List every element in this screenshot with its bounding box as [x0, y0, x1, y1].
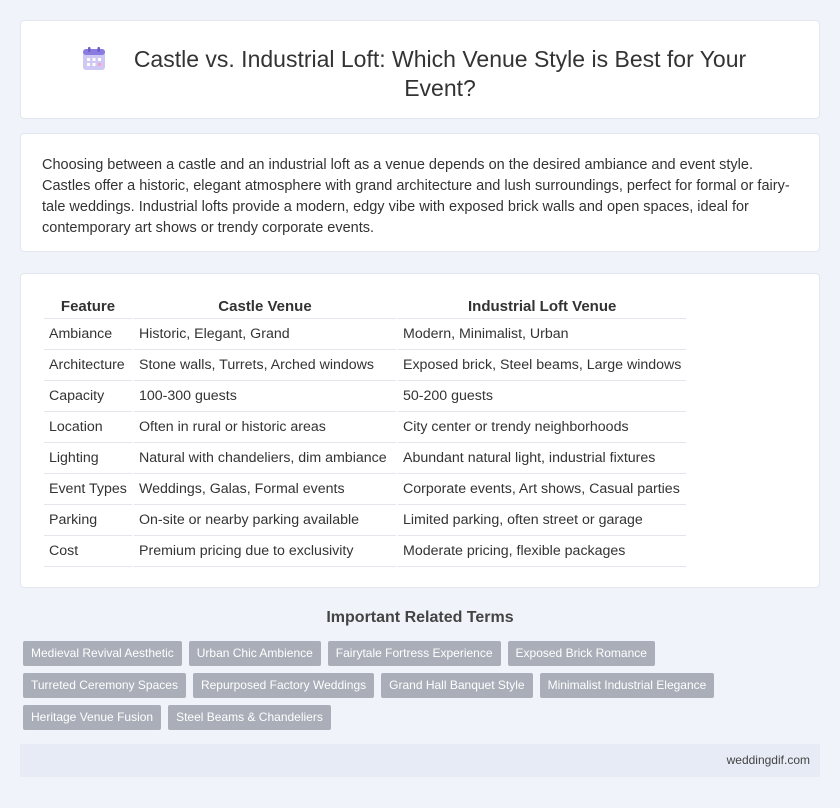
loft-cell: Exposed brick, Steel beams, Large window…	[398, 350, 687, 381]
castle-cell: Stone walls, Turrets, Arched windows	[134, 350, 396, 381]
table-header-row: Feature Castle Venue Industrial Loft Ven…	[44, 295, 687, 319]
footer-site-link[interactable]: weddingdif.com	[727, 753, 810, 767]
table-row: Event Types Weddings, Galas, Formal even…	[44, 474, 687, 505]
loft-cell: Abundant natural light, industrial fixtu…	[398, 443, 687, 474]
table-row: Lighting Natural with chandeliers, dim a…	[44, 443, 687, 474]
castle-cell: On-site or nearby parking available	[134, 505, 396, 536]
loft-cell: Moderate pricing, flexible packages	[398, 536, 687, 567]
castle-cell: Weddings, Galas, Formal events	[134, 474, 396, 505]
title-card: Castle vs. Industrial Loft: Which Venue …	[20, 20, 820, 119]
castle-cell: Historic, Elegant, Grand	[134, 319, 396, 350]
related-term-tag[interactable]: Minimalist Industrial Elegance	[539, 673, 715, 698]
intro-paragraph: Choosing between a castle and an industr…	[42, 157, 790, 236]
comparison-card: Feature Castle Venue Industrial Loft Ven…	[20, 273, 820, 588]
feature-cell: Parking	[44, 505, 132, 536]
feature-cell: Capacity	[44, 381, 132, 412]
related-term-tag[interactable]: Grand Hall Banquet Style	[381, 673, 533, 698]
related-term-tag[interactable]: Turreted Ceremony Spaces	[23, 673, 186, 698]
feature-cell: Lighting	[44, 443, 132, 474]
related-term-tag[interactable]: Heritage Venue Fusion	[23, 705, 162, 730]
related-term-tag[interactable]: Urban Chic Ambience	[188, 641, 321, 666]
related-term-tag[interactable]: Medieval Revival Aesthetic	[23, 641, 182, 666]
table-row: Architecture Stone walls, Turrets, Arche…	[44, 350, 687, 381]
table-row: Ambiance Historic, Elegant, Grand Modern…	[44, 319, 687, 350]
related-term-tag[interactable]: Exposed Brick Romance	[507, 641, 655, 666]
related-term-tag[interactable]: Fairytale Fortress Experience	[327, 641, 501, 666]
table-row: Capacity 100-300 guests 50-200 guests	[44, 381, 687, 412]
header-feature: Feature	[44, 295, 132, 319]
page-title: Castle vs. Industrial Loft: Which Venue …	[133, 46, 747, 101]
related-terms-list: Medieval Revival Aesthetic Urban Chic Am…	[23, 641, 823, 737]
castle-cell: Often in rural or historic areas	[134, 412, 396, 443]
footer-bar: weddingdif.com	[20, 744, 820, 777]
loft-cell: 50-200 guests	[398, 381, 687, 412]
header-castle: Castle Venue	[134, 295, 396, 319]
loft-cell: Modern, Minimalist, Urban	[398, 319, 687, 350]
loft-cell: Limited parking, often street or garage	[398, 505, 687, 536]
loft-cell: Corporate events, Art shows, Casual part…	[398, 474, 687, 505]
comparison-table: Feature Castle Venue Industrial Loft Ven…	[42, 295, 688, 567]
table-row: Parking On-site or nearby parking availa…	[44, 505, 687, 536]
related-term-tag[interactable]: Steel Beams & Chandeliers	[168, 705, 331, 730]
feature-cell: Ambiance	[44, 319, 132, 350]
feature-cell: Location	[44, 412, 132, 443]
loft-cell: City center or trendy neighborhoods	[398, 412, 687, 443]
related-terms-heading: Important Related Terms	[326, 609, 514, 626]
intro-card: Choosing between a castle and an industr…	[20, 133, 820, 252]
table-row: Cost Premium pricing due to exclusivity …	[44, 536, 687, 567]
castle-cell: 100-300 guests	[134, 381, 396, 412]
feature-cell: Cost	[44, 536, 132, 567]
castle-cell: Premium pricing due to exclusivity	[134, 536, 396, 567]
feature-cell: Event Types	[44, 474, 132, 505]
feature-cell: Architecture	[44, 350, 132, 381]
table-row: Location Often in rural or historic area…	[44, 412, 687, 443]
header-loft: Industrial Loft Venue	[398, 295, 687, 319]
related-term-tag[interactable]: Repurposed Factory Weddings	[192, 673, 375, 698]
castle-cell: Natural with chandeliers, dim ambiance	[134, 443, 396, 474]
